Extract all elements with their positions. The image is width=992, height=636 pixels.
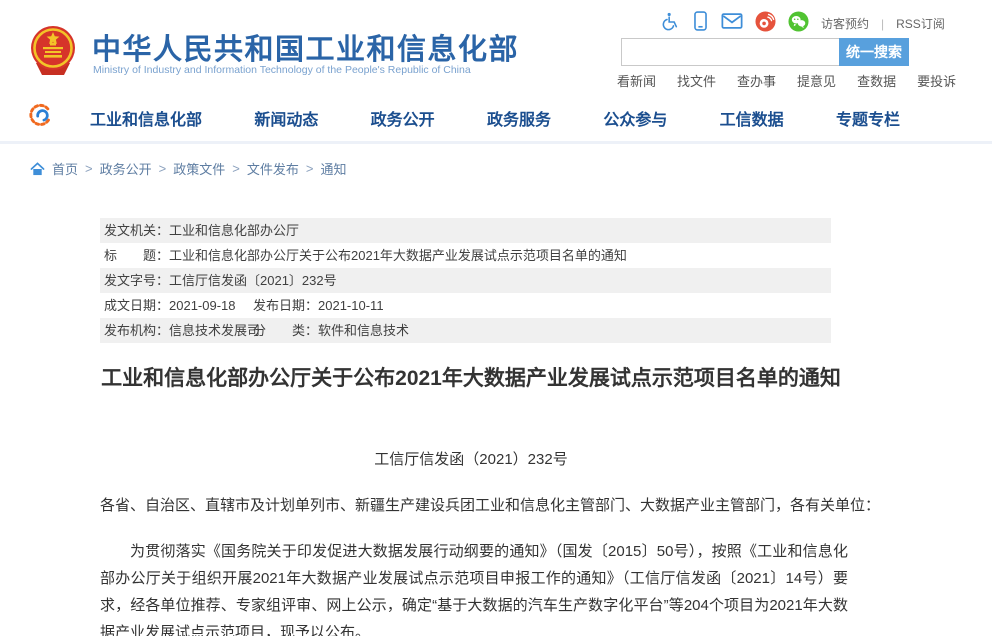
meta-label: 发文机关： — [104, 223, 169, 238]
quick-link-data[interactable]: 查数据 — [857, 71, 896, 90]
site-title: 中华人民共和国工业和信息化部 — [92, 26, 519, 68]
meta-label: 发布日期： — [253, 298, 318, 313]
meta-label: 标 题： — [104, 248, 169, 263]
header-tools: 访客预约 | RSS订阅 — [660, 10, 945, 37]
document-meta-table: 发文机关：工业和信息化部办公厅 标 题：工业和信息化部办公厅关于公布2021年大… — [100, 218, 831, 343]
meta-value: 信息技术发展司 — [169, 323, 260, 338]
wechat-icon[interactable] — [788, 11, 809, 37]
breadcrumb-notice[interactable]: 通知 — [320, 159, 346, 178]
meta-value: 工业和信息化部办公厅 — [169, 223, 299, 238]
table-row: 发文机关：工业和信息化部办公厅 — [100, 218, 831, 243]
nav-item-miit[interactable]: 工业和信息化部 — [90, 106, 202, 130]
meta-label: 分 类： — [253, 323, 318, 338]
national-emblem-icon — [30, 25, 76, 82]
nav-item-public-participation[interactable]: 公众参与 — [603, 106, 667, 130]
article-salutation: 各省、自治区、直辖市及计划单列市、新疆生产建设兵团工业和信息化主管部门、大数据产… — [100, 494, 890, 515]
meta-value: 工信厅信发函〔2021〕232号 — [169, 273, 337, 288]
article-title: 工业和信息化部办公厅关于公布2021年大数据产业发展试点示范项目名单的通知 — [60, 362, 882, 392]
nav-item-news[interactable]: 新闻动态 — [254, 106, 318, 130]
table-row: 发文字号：工信厅信发函〔2021〕232号 — [100, 268, 831, 293]
page: 中华人民共和国工业和信息化部 Ministry of Industry and … — [0, 0, 992, 636]
email-icon[interactable] — [721, 11, 743, 36]
meta-label: 发布机构： — [104, 323, 169, 338]
breadcrumb-separator: > — [159, 161, 167, 176]
search-input[interactable] — [621, 38, 839, 66]
meta-value: 工业和信息化部办公厅关于公布2021年大数据产业发展试点示范项目名单的通知 — [169, 248, 627, 263]
accessibility-icon[interactable] — [660, 11, 680, 37]
unified-search-button[interactable]: 统一搜索 — [839, 38, 909, 66]
mobile-icon[interactable] — [692, 10, 709, 37]
table-row: 成文日期：2021-09-18 发布日期：2021-10-11 — [100, 293, 831, 318]
breadcrumb-document-release[interactable]: 文件发布 — [247, 159, 299, 178]
breadcrumb-separator: > — [85, 161, 93, 176]
meta-label: 成文日期： — [104, 298, 169, 313]
quick-link-services[interactable]: 查办事 — [737, 71, 776, 90]
home-icon[interactable] — [30, 162, 45, 176]
breadcrumb-separator: > — [306, 161, 314, 176]
breadcrumb-policy-documents[interactable]: 政策文件 — [173, 159, 225, 178]
breadcrumb: 首页 > 政务公开 > 政策文件 > 文件发布 > 通知 — [30, 159, 346, 178]
table-row: 标 题：工业和信息化部办公厅关于公布2021年大数据产业发展试点示范项目名单的通… — [100, 243, 831, 268]
breadcrumb-home[interactable]: 首页 — [52, 159, 78, 178]
main-nav: 工业和信息化部 新闻动态 政务公开 政务服务 公众参与 工信数据 专题专栏 — [90, 106, 900, 130]
breadcrumb-gov-affairs[interactable]: 政务公开 — [100, 159, 152, 178]
meta-label: 发文字号： — [104, 273, 169, 288]
meta-value: 2021-09-18 — [169, 298, 236, 313]
tools-divider: | — [881, 17, 884, 31]
rss-subscribe-link[interactable]: RSS订阅 — [896, 15, 945, 32]
article-paragraph: 为贯彻落实《国务院关于印发促进大数据发展行动纲要的通知》（国发〔2015〕50号… — [100, 538, 848, 636]
quick-links: 看新闻 找文件 查办事 提意见 查数据 要投诉 — [617, 71, 956, 90]
weibo-icon[interactable] — [755, 11, 776, 37]
breadcrumb-separator: > — [232, 161, 240, 176]
quick-link-documents[interactable]: 找文件 — [677, 71, 716, 90]
document-number: 工信厅信发函（2021）232号 — [60, 448, 882, 469]
nav-item-data[interactable]: 工信数据 — [720, 106, 784, 130]
nav-item-special-topics[interactable]: 专题专栏 — [836, 106, 900, 130]
nav-item-gov-services[interactable]: 政务服务 — [487, 106, 551, 130]
site-subtitle: Ministry of Industry and Information Tec… — [93, 64, 471, 76]
meta-value: 2021-10-11 — [318, 298, 384, 313]
visitor-appointment-link[interactable]: 访客预约 — [821, 15, 869, 32]
meta-value: 软件和信息技术 — [318, 323, 409, 338]
quick-link-complaints[interactable]: 要投诉 — [917, 71, 956, 90]
nav-item-gov-affairs[interactable]: 政务公开 — [371, 106, 435, 130]
quick-link-suggestions[interactable]: 提意见 — [797, 71, 836, 90]
table-row: 发布机构：信息技术发展司 分 类：软件和信息技术 — [100, 318, 831, 343]
miit-gear-logo-icon — [27, 101, 54, 133]
nav-divider — [0, 141, 992, 144]
search-bar: 统一搜索 — [621, 38, 909, 66]
quick-link-news[interactable]: 看新闻 — [617, 71, 656, 90]
